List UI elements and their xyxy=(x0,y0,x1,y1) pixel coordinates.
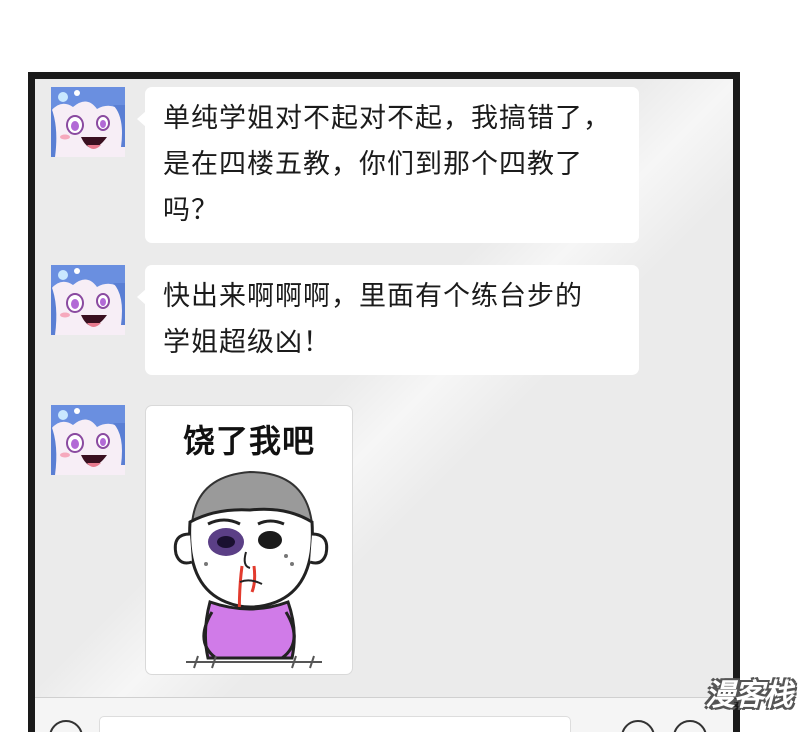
anime-girl-avatar-icon xyxy=(51,87,125,157)
anime-girl-avatar-icon xyxy=(51,265,125,335)
watermark-logo: 漫客栈 xyxy=(705,678,793,713)
sender-avatar[interactable] xyxy=(51,405,125,475)
message-text-line: 吗？ xyxy=(163,195,219,226)
message-bubble[interactable]: 快出来啊啊啊，里面有个练台步的 学姐超级凶！ xyxy=(137,265,639,375)
sender-avatar[interactable] xyxy=(51,87,125,157)
message-text-line: 单纯学姐对不起对不起，我搞错了， xyxy=(163,103,611,134)
beaten-cartoon-boy-icon xyxy=(173,470,329,669)
message-input[interactable] xyxy=(99,716,571,732)
message-text-line: 快出来啊啊啊，里面有个练台步的 xyxy=(163,281,583,312)
message-bubble[interactable]: 单纯学姐对不起对不起，我搞错了， 是在四楼五教，你们到那个四教了 吗？ xyxy=(137,87,639,243)
anime-girl-avatar-icon xyxy=(51,405,125,475)
sticker-message[interactable]: 饶了我吧 xyxy=(145,405,353,675)
emoji-button[interactable] xyxy=(621,720,655,732)
add-attachment-button[interactable] xyxy=(673,720,707,732)
chat-window: 单纯学姐对不起对不起，我搞错了， 是在四楼五教，你们到那个四教了 吗？ 快出来啊… xyxy=(28,72,740,732)
message-text-line: 学姐超级凶！ xyxy=(163,327,331,358)
chat-input-bar xyxy=(35,697,733,732)
message-text-line: 是在四楼五教，你们到那个四教了 xyxy=(163,149,583,180)
voice-toggle-button[interactable] xyxy=(49,720,83,732)
sender-avatar[interactable] xyxy=(51,265,125,335)
